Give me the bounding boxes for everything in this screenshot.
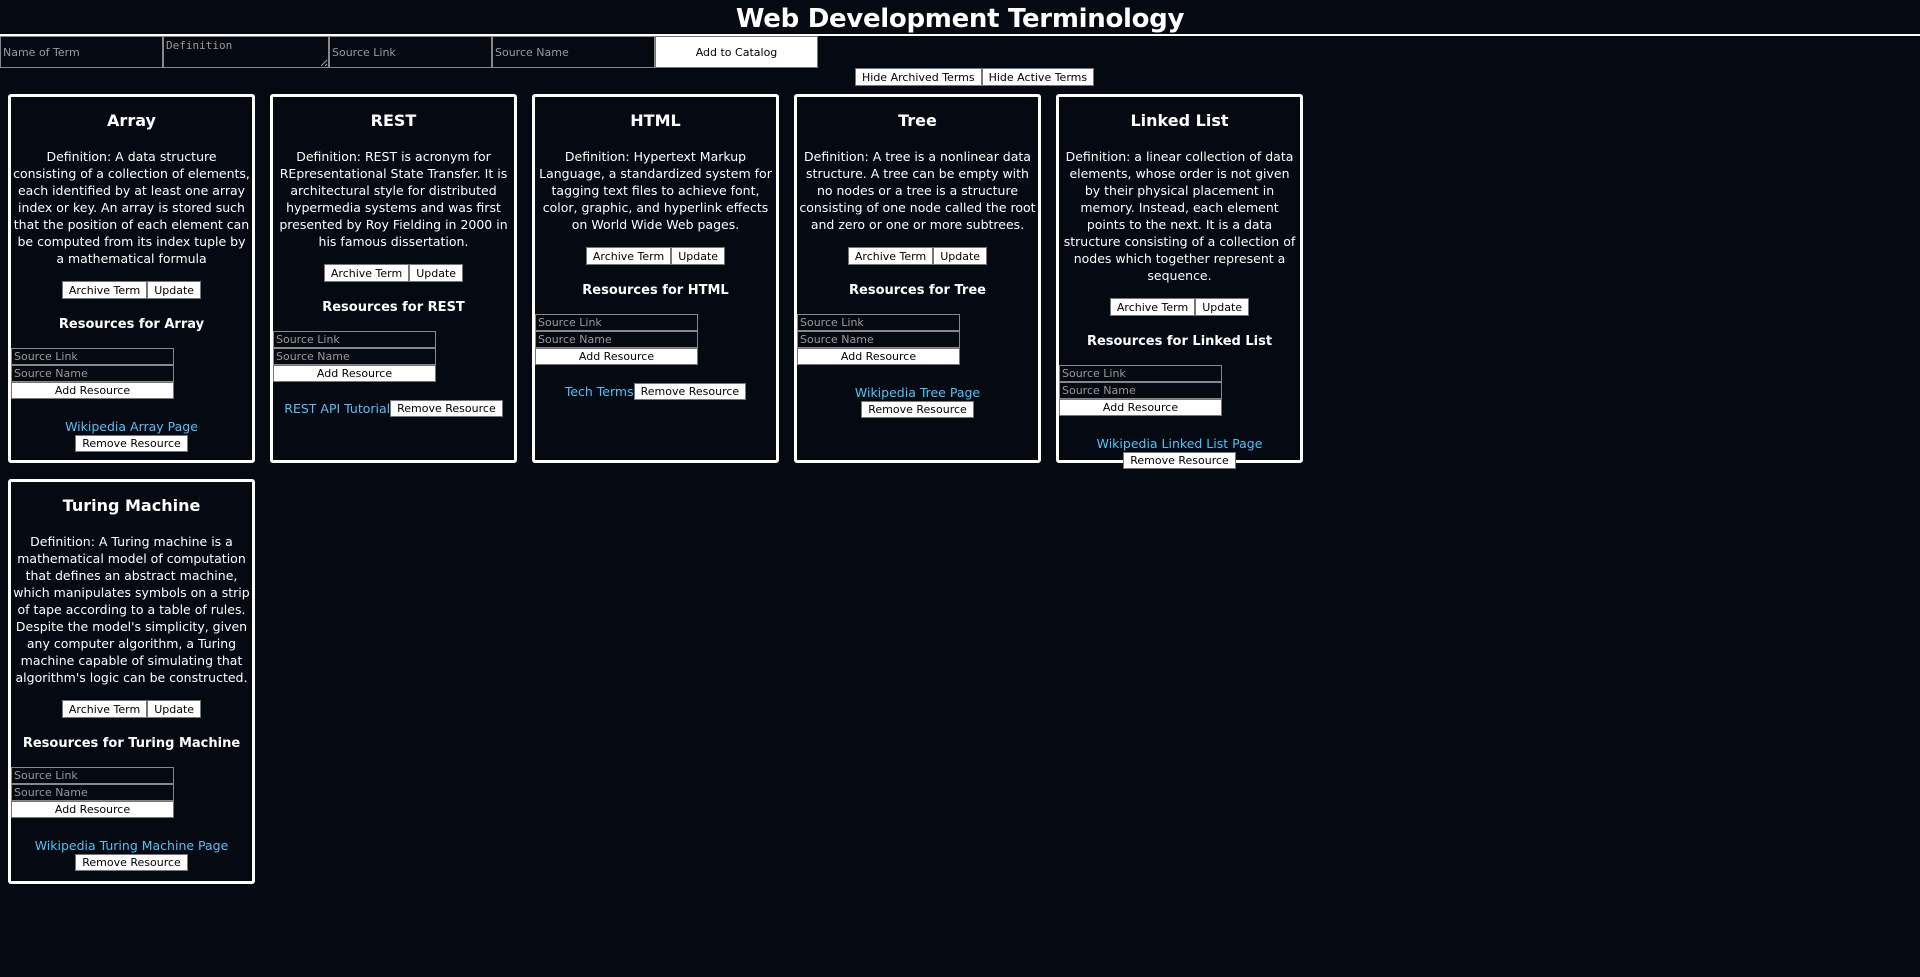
resource-item: Wikipedia Turing Machine Page Remove Res… — [11, 838, 252, 871]
update-button[interactable]: Update — [147, 700, 202, 718]
resource-name-input[interactable] — [273, 348, 436, 365]
resource-link-input[interactable] — [11, 348, 174, 365]
remove-resource-button[interactable]: Remove Resource — [633, 383, 747, 400]
resource-link-input[interactable] — [1059, 365, 1222, 382]
resource-item: Wikipedia Tree Page Remove Resource — [797, 385, 1038, 418]
term-name-input[interactable] — [0, 36, 163, 68]
term-actions: Archive Term Update — [1059, 298, 1300, 316]
resources-heading: Resources for REST — [322, 300, 465, 315]
add-resource-button[interactable]: Add Resource — [11, 801, 174, 818]
archive-term-button[interactable]: Archive Term — [323, 264, 410, 282]
remove-resource-button[interactable]: Remove Resource — [75, 854, 188, 871]
resource-item: Wikipedia Linked List Page Remove Resour… — [1059, 436, 1300, 469]
term-definition: Definition: REST is acronym for REpresen… — [279, 149, 508, 249]
archive-term-button[interactable]: Archive Term — [847, 247, 934, 265]
term-definition: Definition: A Turing machine is a mathem… — [13, 534, 250, 685]
resources-heading: Resources for Tree — [849, 283, 986, 298]
term-actions: Archive Term Update — [273, 264, 514, 282]
resources-heading: Resources for Array — [58, 317, 205, 332]
resource-name-input[interactable] — [11, 365, 174, 382]
term-actions: Archive Term Update — [797, 247, 1038, 265]
hide-active-button[interactable]: Hide Active Terms — [981, 68, 1095, 86]
update-button[interactable]: Update — [671, 247, 726, 265]
update-button[interactable]: Update — [147, 281, 202, 299]
resource-link[interactable]: Wikipedia Tree Page — [797, 385, 1038, 400]
resource-item: Wikipedia Array Page Remove Resource — [11, 419, 252, 452]
update-button[interactable]: Update — [1195, 298, 1250, 316]
resource-form: Add Resource — [11, 767, 174, 818]
add-resource-button[interactable]: Add Resource — [535, 348, 698, 365]
term-cards: Array Definition: A data structure consi… — [8, 94, 1318, 884]
remove-resource-button[interactable]: Remove Resource — [1123, 452, 1236, 469]
add-resource-button[interactable]: Add Resource — [1059, 399, 1222, 416]
term-actions: Archive Term Update — [11, 700, 252, 718]
resource-link[interactable]: REST API Tutorial — [284, 401, 390, 416]
source-name-input[interactable] — [492, 36, 655, 68]
term-card-array: Array Definition: A data structure consi… — [8, 94, 255, 463]
add-resource-button[interactable]: Add Resource — [11, 382, 174, 399]
resources-heading: Resources for Linked List — [1086, 334, 1273, 349]
resource-form: Add Resource — [535, 314, 698, 365]
resource-item: REST API Tutorial Remove Resource — [273, 400, 514, 417]
resource-link-input[interactable] — [273, 331, 436, 348]
resource-name-input[interactable] — [1059, 382, 1222, 399]
resource-form: Add Resource — [11, 348, 174, 399]
term-card-html: HTML Definition: Hypertext Markup Langua… — [532, 94, 779, 463]
term-name: Linked List — [1130, 111, 1229, 130]
term-definition: Definition: Hypertext Markup Language, a… — [539, 149, 772, 232]
archive-term-button[interactable]: Archive Term — [61, 281, 148, 299]
source-link-input[interactable] — [329, 36, 492, 68]
term-definition: Definition: a linear collection of data … — [1063, 149, 1296, 283]
resource-link[interactable]: Wikipedia Linked List Page — [1059, 436, 1300, 451]
resource-form: Add Resource — [797, 314, 960, 365]
term-definition: Definition: A tree is a nonlinear data s… — [799, 149, 1036, 232]
resource-form: Add Resource — [273, 331, 436, 382]
term-definition: Definition: A data structure consisting … — [13, 149, 250, 266]
term-card-tree: Tree Definition: A tree is a nonlinear d… — [794, 94, 1041, 463]
resource-link-input[interactable] — [11, 767, 174, 784]
remove-resource-button[interactable]: Remove Resource — [75, 435, 188, 452]
term-card-rest: REST Definition: REST is acronym for REp… — [270, 94, 517, 463]
add-term-form: Add to Catalog — [0, 36, 818, 68]
term-actions: Archive Term Update — [535, 247, 776, 265]
resources-heading: Resources for Turing Machine — [22, 736, 241, 751]
resources-heading: Resources for HTML — [582, 283, 729, 298]
resource-link-input[interactable] — [797, 314, 960, 331]
resource-name-input[interactable] — [535, 331, 698, 348]
add-to-catalog-button[interactable]: Add to Catalog — [655, 36, 818, 68]
resource-link-input[interactable] — [535, 314, 698, 331]
archive-term-button[interactable]: Archive Term — [585, 247, 672, 265]
resource-name-input[interactable] — [797, 331, 960, 348]
term-name: Turing Machine — [62, 496, 201, 515]
resource-link[interactable]: Wikipedia Turing Machine Page — [11, 838, 252, 853]
term-name: REST — [370, 111, 417, 130]
filter-toggles: Hide Archived Terms Hide Active Terms — [855, 68, 1095, 86]
hide-archived-button[interactable]: Hide Archived Terms — [855, 68, 982, 86]
add-resource-button[interactable]: Add Resource — [797, 348, 960, 365]
resource-item: Tech Terms Remove Resource — [535, 383, 776, 400]
remove-resource-button[interactable]: Remove Resource — [861, 401, 974, 418]
resource-name-input[interactable] — [11, 784, 174, 801]
update-button[interactable]: Update — [409, 264, 464, 282]
page-title: Web Development Terminology — [0, 0, 1920, 36]
update-button[interactable]: Update — [933, 247, 988, 265]
archive-term-button[interactable]: Archive Term — [61, 700, 148, 718]
add-resource-button[interactable]: Add Resource — [273, 365, 436, 382]
archive-term-button[interactable]: Archive Term — [1109, 298, 1196, 316]
term-name: Tree — [898, 111, 937, 130]
term-actions: Archive Term Update — [11, 281, 252, 299]
resource-link[interactable]: Tech Terms — [565, 384, 634, 399]
resource-form: Add Resource — [1059, 365, 1222, 416]
term-name: HTML — [630, 111, 681, 130]
term-name: Array — [107, 111, 156, 130]
resource-link[interactable]: Wikipedia Array Page — [11, 419, 252, 434]
remove-resource-button[interactable]: Remove Resource — [390, 400, 503, 417]
definition-input[interactable] — [163, 36, 329, 68]
term-card-turing-machine: Turing Machine Definition: A Turing mach… — [8, 479, 255, 884]
term-card-linked-list: Linked List Definition: a linear collect… — [1056, 94, 1303, 469]
